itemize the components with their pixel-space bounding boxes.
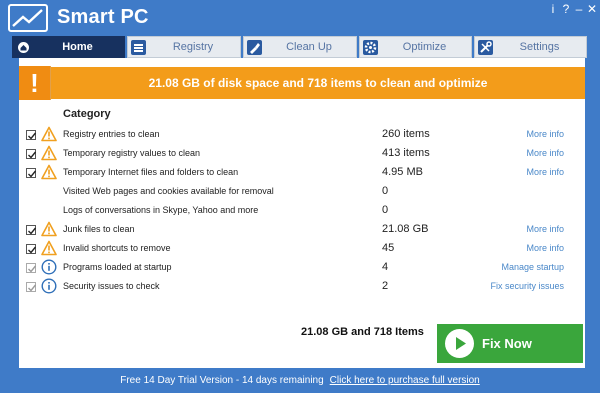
tab-label: Optimize xyxy=(402,41,447,53)
item-value: 413 items xyxy=(382,147,430,159)
warning-icon xyxy=(41,164,57,180)
list-item: Temporary registry values to clean 413 it… xyxy=(19,145,585,164)
item-label: Logs of conversations in Skype, Yahoo an… xyxy=(63,205,259,215)
minimize-button[interactable]: – xyxy=(572,2,586,16)
item-checkbox[interactable] xyxy=(26,130,37,140)
item-label: Programs loaded at startup xyxy=(63,262,172,272)
tab-optimize[interactable]: Optimize xyxy=(359,36,472,58)
warning-icon xyxy=(41,126,57,142)
item-link[interactable]: More info xyxy=(526,243,564,253)
item-link[interactable]: Fix security issues xyxy=(490,281,564,291)
footer: Free 14 Day Trial Version - 14 days rema… xyxy=(0,375,600,386)
trial-text: Free 14 Day Trial Version - 14 days rema… xyxy=(120,375,324,386)
status-banner: ! 21.08 GB of disk space and 718 items t… xyxy=(19,66,585,100)
tab-home[interactable]: Home xyxy=(12,36,125,58)
info-icon xyxy=(41,259,57,275)
close-button[interactable]: ✕ xyxy=(585,2,599,16)
title-bar: Smart PC i ? – ✕ xyxy=(0,0,600,36)
tab-label: Clean Up xyxy=(286,41,332,53)
item-label: Junk files to clean xyxy=(63,224,135,234)
main-tabs: Home Registry Clean Up Optimize Settings xyxy=(12,36,587,58)
play-icon xyxy=(445,329,474,358)
item-checkbox[interactable] xyxy=(26,168,37,178)
list-item: Logs of conversations in Skype, Yahoo an… xyxy=(19,202,585,221)
tab-label: Settings xyxy=(519,41,560,53)
warning-icon xyxy=(41,145,57,161)
home-icon xyxy=(16,40,31,55)
fix-now-label: Fix Now xyxy=(482,336,532,351)
tab-label: Home xyxy=(62,41,93,53)
registry-icon xyxy=(131,40,146,55)
item-value: 0 xyxy=(382,185,389,197)
home-panel: ! 21.08 GB of disk space and 718 items t… xyxy=(19,58,585,368)
category-header: Category xyxy=(63,108,111,120)
cleanup-icon xyxy=(247,40,262,55)
list-item: Temporary Internet files and folders to … xyxy=(19,164,585,183)
list-item: Programs loaded at startup 4 Manage startu… xyxy=(19,259,585,278)
banner-text: 21.08 GB of disk space and 718 items to … xyxy=(148,76,488,90)
tab-label: Registry xyxy=(172,41,214,53)
item-value: 4.95 MB xyxy=(382,166,423,178)
list-item: Visited Web pages and cookies available … xyxy=(19,183,585,202)
item-checkbox[interactable] xyxy=(26,244,37,254)
warning-icon xyxy=(41,240,57,256)
fix-now-button[interactable]: Fix Now xyxy=(437,324,583,363)
item-value: 45 xyxy=(382,242,395,254)
item-value: 260 items xyxy=(382,128,430,140)
item-link[interactable]: More info xyxy=(526,224,564,234)
purchase-link[interactable]: Click here to purchase full version xyxy=(330,375,480,386)
list-item: Invalid shortcuts to remove 45 More info xyxy=(19,240,585,259)
tab-settings[interactable]: Settings xyxy=(474,36,587,58)
item-link[interactable]: More info xyxy=(526,167,564,177)
summary-text: 21.08 GB and 718 Items xyxy=(301,326,424,338)
app-logo-icon xyxy=(8,4,48,32)
alert-icon: ! xyxy=(19,66,51,100)
help-button[interactable]: ? xyxy=(559,2,573,16)
list-item: Junk files to clean 21.08 GB More info xyxy=(19,221,585,240)
item-link[interactable]: More info xyxy=(526,148,564,158)
warning-icon xyxy=(41,221,57,237)
item-checkbox[interactable] xyxy=(26,225,37,235)
item-value: 21.08 GB xyxy=(382,223,429,235)
item-label: Security issues to check xyxy=(63,281,160,291)
item-value: 2 xyxy=(382,280,389,292)
item-label: Registry entries to clean xyxy=(63,129,160,139)
list-item: Security issues to check 2 Fix security is… xyxy=(19,278,585,297)
info-icon xyxy=(41,278,57,294)
item-label: Visited Web pages and cookies available … xyxy=(63,186,274,196)
info-button[interactable]: i xyxy=(546,2,560,16)
tab-clean-up[interactable]: Clean Up xyxy=(243,36,357,58)
gear-icon xyxy=(363,40,378,55)
item-checkbox[interactable] xyxy=(26,282,37,292)
settings-icon xyxy=(478,40,493,55)
item-checkbox[interactable] xyxy=(26,149,37,159)
item-link[interactable]: More info xyxy=(526,129,564,139)
item-value: 0 xyxy=(382,204,389,216)
item-label: Temporary registry values to clean xyxy=(63,148,201,158)
item-label: Temporary Internet files and folders to … xyxy=(63,167,239,177)
list-item: Registry entries to clean 260 items More i… xyxy=(19,126,585,145)
tab-registry[interactable]: Registry xyxy=(127,36,241,58)
item-checkbox[interactable] xyxy=(26,263,37,273)
item-value: 4 xyxy=(382,261,389,273)
item-label: Invalid shortcuts to remove xyxy=(63,243,171,253)
app-title: Smart PC xyxy=(57,6,149,28)
item-link[interactable]: Manage startup xyxy=(501,262,564,272)
